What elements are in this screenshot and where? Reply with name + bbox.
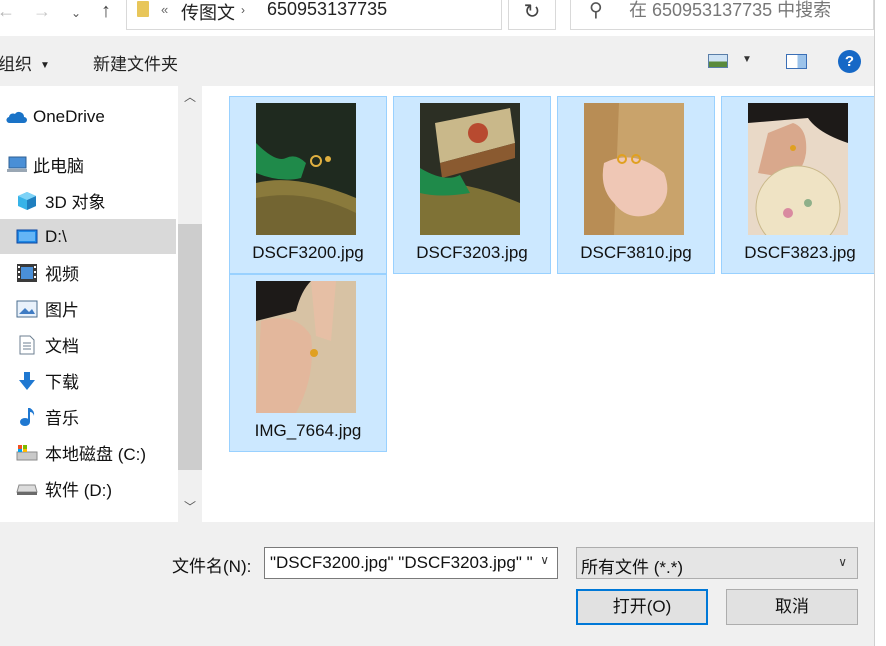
- filename-input[interactable]: "DSCF3200.jpg" "DSCF3203.jpg" "DSCF3810.…: [264, 547, 558, 579]
- change-view-icon[interactable]: [708, 54, 728, 68]
- image-thumbnail: [584, 103, 684, 235]
- search-input[interactable]: [629, 0, 869, 21]
- sidebar-item-label: 软件 (D:): [45, 481, 113, 500]
- file-name: DSCF3203.jpg: [416, 243, 528, 262]
- scrollbar-thumb[interactable]: [178, 224, 202, 470]
- sidebar-item-label: OneDrive: [33, 106, 105, 126]
- chevron-down-icon: ∨: [838, 555, 847, 569]
- sidebar-item-label: 此电脑: [33, 157, 84, 176]
- image-thumbnail: [420, 103, 520, 235]
- folder-icon: [137, 1, 149, 17]
- filename-label: 文件名(N):: [172, 557, 252, 576]
- cancel-button[interactable]: 取消: [726, 589, 858, 625]
- sidebar-item-label: 图片: [45, 301, 79, 320]
- sidebar-item-pictures[interactable]: 图片: [0, 291, 176, 326]
- drive-icon: [16, 479, 38, 499]
- drive-d-monitor-icon: [16, 227, 38, 247]
- sidebar-item-d-drive[interactable]: D:\: [0, 219, 176, 254]
- sidebar-item-label: 视频: [45, 265, 79, 284]
- window-edge: [874, 0, 886, 646]
- sidebar-item-downloads[interactable]: 下载: [0, 363, 176, 398]
- caret-down-icon: ▼: [40, 60, 50, 71]
- file-tile[interactable]: DSCF3823.jpg: [721, 96, 879, 274]
- scroll-down-button[interactable]: ﹀: [178, 498, 202, 520]
- sidebar-item-documents[interactable]: 文档: [0, 327, 176, 362]
- file-name: DSCF3200.jpg: [252, 243, 364, 262]
- filename-value[interactable]: "DSCF3200.jpg" "DSCF3203.jpg" "DSCF3810.…: [270, 553, 532, 573]
- file-name: DSCF3810.jpg: [580, 243, 692, 262]
- image-thumbnail: [256, 281, 356, 413]
- breadcrumb-overflow-button[interactable]: «: [161, 2, 168, 17]
- file-tile[interactable]: DSCF3810.jpg: [557, 96, 715, 274]
- documents-icon: [16, 335, 38, 355]
- address-box[interactable]: « 传图文 › 650953137735 ∨: [126, 0, 609, 30]
- file-type-value: 所有文件 (*.*): [581, 558, 683, 577]
- up-arrow-icon: ↑: [101, 0, 111, 22]
- help-button[interactable]: ?: [838, 50, 861, 73]
- sidebar-item-label: 下载: [45, 373, 79, 392]
- breadcrumb-item[interactable]: 传图文: [181, 0, 235, 25]
- forward-button[interactable]: →: [30, 0, 54, 24]
- sidebar-item-videos[interactable]: 视频: [0, 255, 176, 290]
- organize-label: 组织: [0, 55, 32, 74]
- back-button[interactable]: ←: [0, 0, 16, 24]
- view-options-dropdown[interactable]: ▼: [742, 54, 752, 65]
- pictures-icon: [16, 299, 38, 319]
- onedrive-cloud-icon: [5, 107, 27, 127]
- file-name: DSCF3823.jpg: [744, 243, 856, 262]
- up-one-level-button[interactable]: ↑: [94, 0, 118, 24]
- search-box[interactable]: ⚲: [570, 0, 874, 30]
- back-arrow-icon: ←: [0, 1, 15, 21]
- sidebar-item-label: 本地磁盘 (C:): [45, 445, 147, 464]
- toolbar: 组织 ▼ 新建文件夹 ▼ ?: [0, 40, 886, 86]
- sidebar-item-this-pc[interactable]: 此电脑: [0, 147, 176, 182]
- local-disk-icon: [16, 443, 38, 463]
- forward-arrow-icon: →: [33, 1, 51, 21]
- sidebar-item-local-disk-c[interactable]: 本地磁盘 (C:): [0, 435, 176, 470]
- address-bar-row: ← → ⌄ ↑ « 传图文 › 650953137735 ∨ ↻ ⚲: [0, 0, 886, 36]
- file-tile[interactable]: DSCF3200.jpg: [229, 96, 387, 274]
- sidebar-item-label: D:\: [45, 226, 67, 246]
- preview-pane-icon[interactable]: [786, 54, 807, 69]
- scroll-up-button[interactable]: ︿: [178, 88, 202, 110]
- breadcrumb-item[interactable]: 650953137735: [267, 0, 387, 20]
- file-list-pane[interactable]: DSCF3200.jpg DSCF3203.jpg DSCF3810.jpg D…: [204, 86, 886, 522]
- recent-locations-button[interactable]: ⌄: [66, 2, 86, 26]
- organize-button[interactable]: 组织 ▼: [0, 50, 50, 75]
- nav-scrollbar[interactable]: ︿ ﹀: [178, 86, 202, 522]
- search-icon: ⚲: [589, 0, 603, 21]
- image-thumbnail: [256, 103, 356, 235]
- navigation-pane: OneDrive 此电脑 3D 对象 D:\ 视频 图片 文档 下载 音乐 本地…: [0, 86, 204, 522]
- file-tile[interactable]: DSCF3203.jpg: [393, 96, 551, 274]
- sidebar-item-music[interactable]: 音乐: [0, 399, 176, 434]
- this-pc-icon: [6, 155, 28, 175]
- sidebar-item-onedrive[interactable]: OneDrive: [0, 99, 176, 134]
- file-tile[interactable]: IMG_7664.jpg: [229, 274, 387, 452]
- dialog-footer: 文件名(N): "DSCF3200.jpg" "DSCF3203.jpg" "D…: [0, 522, 886, 646]
- sidebar-item-label: 文档: [45, 337, 79, 356]
- image-thumbnail: [748, 103, 848, 235]
- chevron-down-icon: ⌄: [70, 6, 82, 20]
- chevron-down-icon[interactable]: ∨: [540, 553, 549, 567]
- videos-icon: [16, 263, 38, 283]
- sidebar-item-3d-objects[interactable]: 3D 对象: [0, 183, 176, 218]
- sidebar-item-label: 音乐: [45, 409, 79, 428]
- refresh-button[interactable]: ↻: [508, 0, 556, 30]
- file-name: IMG_7664.jpg: [254, 421, 362, 440]
- breadcrumb-separator-icon[interactable]: ›: [241, 3, 245, 17]
- open-button[interactable]: 打开(O): [576, 589, 708, 625]
- new-folder-button[interactable]: 新建文件夹: [93, 50, 178, 75]
- sidebar-item-label: 3D 对象: [45, 193, 106, 212]
- sidebar-item-software-d[interactable]: 软件 (D:): [0, 471, 176, 506]
- refresh-icon: ↻: [523, 1, 541, 23]
- music-icon: [16, 407, 38, 427]
- file-type-select[interactable]: 所有文件 (*.*) ∨: [576, 547, 858, 579]
- downloads-icon: [16, 371, 38, 391]
- 3d-objects-icon: [16, 191, 38, 211]
